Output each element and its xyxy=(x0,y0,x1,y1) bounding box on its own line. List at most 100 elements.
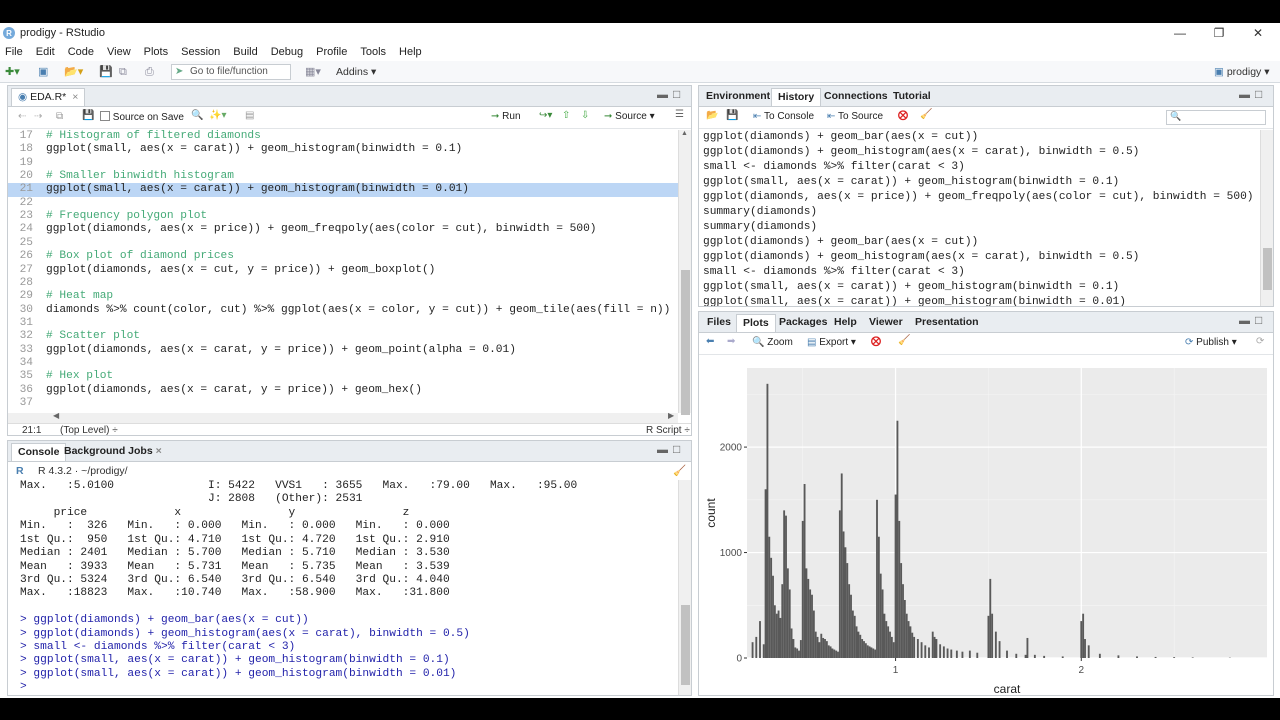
tab-close-icon[interactable]: × xyxy=(156,445,162,457)
clear-plots-icon[interactable]: 🧹 xyxy=(898,335,910,346)
tab-console[interactable]: Console xyxy=(11,443,67,461)
compile-report-icon[interactable]: ▤ xyxy=(245,110,254,121)
code-line[interactable]: 36 ggplot(diamonds, aes(x = carat, y = pr… xyxy=(8,384,678,397)
restore-icon[interactable]: ❐ xyxy=(1200,24,1238,42)
save-all-icon[interactable]: ⧉ xyxy=(119,65,127,79)
code-line[interactable]: 23 # Frequency polygon plot xyxy=(8,210,678,223)
code-line[interactable]: 37 xyxy=(8,397,678,410)
code-line[interactable]: 33 ggplot(diamonds, aes(x = carat, y = pr… xyxy=(8,344,678,357)
addins-menu[interactable]: Addins ▾ xyxy=(336,65,376,79)
maximize-pane-icon[interactable]: □ xyxy=(673,87,680,101)
code-line[interactable]: 31 xyxy=(8,317,678,330)
menu-session[interactable]: Session xyxy=(181,46,220,58)
clear-history-icon[interactable]: 🧹 xyxy=(920,109,932,120)
maximize-pane-icon[interactable]: □ xyxy=(1255,313,1262,327)
scroll-up-icon[interactable]: ▲ xyxy=(681,130,688,137)
previous-plot-icon[interactable]: ⬅ xyxy=(706,336,714,347)
history-search-input[interactable]: 🔍 xyxy=(1166,110,1266,125)
menu-plots[interactable]: Plots xyxy=(144,46,168,58)
history-entry[interactable]: ggplot(small, aes(x = carat)) + geom_his… xyxy=(703,295,1126,306)
history-entry[interactable]: summary(diamonds) xyxy=(703,220,817,235)
menu-code[interactable]: Code xyxy=(68,46,94,58)
tab-packages[interactable]: Packages xyxy=(779,316,827,328)
code-editor[interactable]: 17 # Histogram of filtered diamonds 18 ggpl… xyxy=(8,130,678,413)
close-icon[interactable]: ✕ xyxy=(1239,24,1277,42)
workspace-panes-icon[interactable]: ▦▾ xyxy=(305,65,321,79)
maximize-pane-icon[interactable]: □ xyxy=(1255,87,1262,101)
tab-background-jobs[interactable]: Background Jobs × xyxy=(64,445,162,457)
code-line[interactable]: 35 # Hex plot xyxy=(8,370,678,383)
go-down-icon[interactable]: ⇩ xyxy=(581,110,589,121)
tab-presentation[interactable]: Presentation xyxy=(915,316,979,328)
editor-save-icon[interactable]: 💾 xyxy=(82,110,94,121)
zoom-button[interactable]: 🔍 Zoom xyxy=(752,337,793,348)
project-menu[interactable]: ▣ prodigy ▾ xyxy=(1214,65,1270,79)
history-vscrollbar[interactable] xyxy=(1260,130,1273,306)
forward-icon[interactable]: ⇢ xyxy=(34,111,42,122)
code-line[interactable]: 30 diamonds %>% count(color, cut) %>% ggp… xyxy=(8,304,678,317)
tab-viewer[interactable]: Viewer xyxy=(869,316,903,328)
code-line[interactable]: 20 # Smaller binwidth histogram xyxy=(8,170,678,183)
code-line[interactable]: 24 ggplot(diamonds, aes(x = price)) + geo… xyxy=(8,223,678,236)
menu-file[interactable]: File xyxy=(5,46,23,58)
tab-eda-r[interactable]: ◉ EDA.R* × xyxy=(11,88,86,106)
history-entry[interactable]: ggplot(diamonds, aes(x = price)) + geom_… xyxy=(703,190,1254,205)
code-line[interactable]: 27 ggplot(diamonds, aes(x = cut, y = pric… xyxy=(8,264,678,277)
minimize-pane-icon[interactable]: ▬ xyxy=(657,444,668,456)
find-replace-icon[interactable]: 🔍 xyxy=(191,110,203,121)
code-line[interactable]: 18 ggplot(small, aes(x = carat)) + geom_h… xyxy=(8,143,678,156)
save-history-icon[interactable]: 💾 xyxy=(726,110,738,121)
code-tools-icon[interactable]: ✨▾ xyxy=(209,110,226,121)
code-line[interactable]: 25 xyxy=(8,237,678,250)
remove-entry-icon[interactable]: ⨂ xyxy=(898,110,908,121)
tab-plots[interactable]: Plots xyxy=(736,314,776,332)
code-line[interactable]: 32 # Scatter plot xyxy=(8,330,678,343)
minimize-icon[interactable]: — xyxy=(1161,24,1199,42)
minimize-pane-icon[interactable]: ▬ xyxy=(1239,89,1250,101)
history-entry[interactable]: ggplot(diamonds) + geom_bar(aes(x = cut)… xyxy=(703,130,978,145)
refresh-icon[interactable]: ⟳ xyxy=(1256,336,1264,347)
menu-view[interactable]: View xyxy=(107,46,131,58)
menu-tools[interactable]: Tools xyxy=(360,46,386,58)
to-source-button[interactable]: ⇤ To Source xyxy=(827,111,883,122)
source-on-save-checkbox[interactable]: Source on Save xyxy=(100,111,184,123)
console-scroll-thumb[interactable] xyxy=(681,605,690,685)
history-entry[interactable]: small <- diamonds %>% filter(carat < 3) xyxy=(703,160,965,175)
new-project-icon[interactable]: ▣ xyxy=(38,65,48,79)
code-line[interactable]: 19 xyxy=(8,157,678,170)
scope-selector[interactable]: (Top Level) ÷ xyxy=(60,425,118,436)
go-to-file-input[interactable]: ➤ Go to file/function xyxy=(171,64,291,80)
editor-scroll-thumb[interactable] xyxy=(681,270,690,415)
minimize-pane-icon[interactable]: ▬ xyxy=(1239,315,1250,327)
editor-vscrollbar[interactable]: ▲ xyxy=(678,130,691,415)
minimize-pane-icon[interactable]: ▬ xyxy=(657,89,668,101)
remove-plot-icon[interactable]: ⨂ xyxy=(871,336,881,347)
show-in-window-icon[interactable]: ⧉ xyxy=(56,111,63,122)
history-entry[interactable]: summary(diamonds) xyxy=(703,205,817,220)
editor-hscrollbar[interactable]: ◀ ▶ xyxy=(8,411,678,423)
scroll-left-icon[interactable]: ◀ xyxy=(53,411,59,420)
menu-debug[interactable]: Debug xyxy=(271,46,303,58)
file-type-selector[interactable]: R Script ÷ xyxy=(646,425,690,436)
next-plot-icon[interactable]: ➡ xyxy=(727,336,735,347)
tab-files[interactable]: Files xyxy=(707,316,731,328)
back-icon[interactable]: ⇠ xyxy=(18,111,26,122)
run-button[interactable]: ➞ Run xyxy=(491,111,521,122)
open-file-icon[interactable]: 📂▾ xyxy=(64,65,83,79)
console-vscrollbar[interactable] xyxy=(678,480,691,695)
source-button[interactable]: ➞ Source ▾ xyxy=(604,111,655,122)
menu-edit[interactable]: Edit xyxy=(36,46,55,58)
tab-environment[interactable]: Environment xyxy=(706,90,770,102)
code-line[interactable]: 34 xyxy=(8,357,678,370)
code-line[interactable]: 29 # Heat map xyxy=(8,290,678,303)
load-history-icon[interactable]: 📂 xyxy=(706,110,718,121)
clear-console-icon[interactable]: 🧹 xyxy=(673,464,686,477)
code-line[interactable]: 21 ggplot(small, aes(x = carat)) + geom_h… xyxy=(8,183,678,197)
history-entry[interactable]: ggplot(diamonds) + geom_bar(aes(x = cut)… xyxy=(703,235,978,250)
new-file-icon[interactable]: ✚▾ xyxy=(5,65,20,79)
code-line[interactable]: 28 xyxy=(8,277,678,290)
history-entry[interactable]: ggplot(small, aes(x = carat)) + geom_his… xyxy=(703,280,1119,295)
history-entry[interactable]: ggplot(diamonds) + geom_histogram(aes(x … xyxy=(703,145,1139,160)
scroll-right-icon[interactable]: ▶ xyxy=(668,411,674,420)
menu-build[interactable]: Build xyxy=(233,46,257,58)
